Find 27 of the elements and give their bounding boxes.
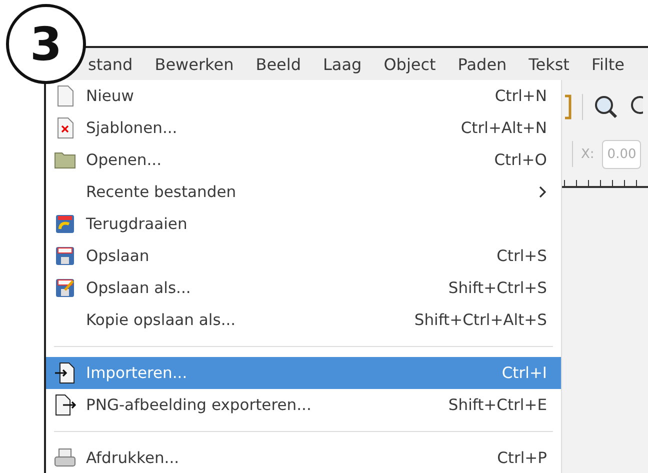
printer-icon (54, 447, 76, 469)
menu-bar-item[interactable]: Object (372, 48, 447, 80)
import-icon (54, 362, 76, 384)
menu-bar-item[interactable]: Beeld (244, 48, 312, 80)
x-label: X: (581, 146, 594, 162)
menu-item[interactable]: Openen... Ctrl+O (46, 144, 561, 176)
menu-bar-item[interactable]: Tekst (518, 48, 580, 80)
menu-item[interactable]: Sjablonen... Ctrl+Alt+N (46, 112, 561, 144)
export-icon (54, 394, 76, 416)
save-as-icon (54, 277, 76, 299)
save-icon (54, 245, 76, 267)
menu-item[interactable]: Recente bestanden (46, 176, 561, 208)
menu-bar-item[interactable]: Bewerken (144, 48, 245, 80)
chevron-icon (539, 186, 547, 198)
menu-bar-item[interactable]: Filte (580, 48, 636, 80)
menu-item[interactable]: Kopie opslaan als... Shift+Ctrl+Alt+S (46, 304, 561, 336)
revert-icon (54, 213, 76, 235)
menu-bar-item[interactable]: Paden (446, 48, 518, 80)
step-badge: 3 (6, 4, 86, 84)
menu-item[interactable]: Afdrukken... Ctrl+P (46, 442, 561, 473)
menu-item[interactable]: PNG-afbeelding exporteren... Shift+Ctrl+E (46, 389, 561, 421)
bracket-icon (564, 94, 572, 120)
menu-item[interactable]: Terugdraaien (46, 208, 561, 240)
menu-item[interactable]: Opslaan als... Shift+Ctrl+S (46, 272, 561, 304)
menu-bar-item[interactable]: stand (88, 48, 144, 80)
menu-item[interactable]: Opslaan Ctrl+S (46, 240, 561, 272)
menu-bar-item[interactable]: Laag (312, 48, 373, 80)
